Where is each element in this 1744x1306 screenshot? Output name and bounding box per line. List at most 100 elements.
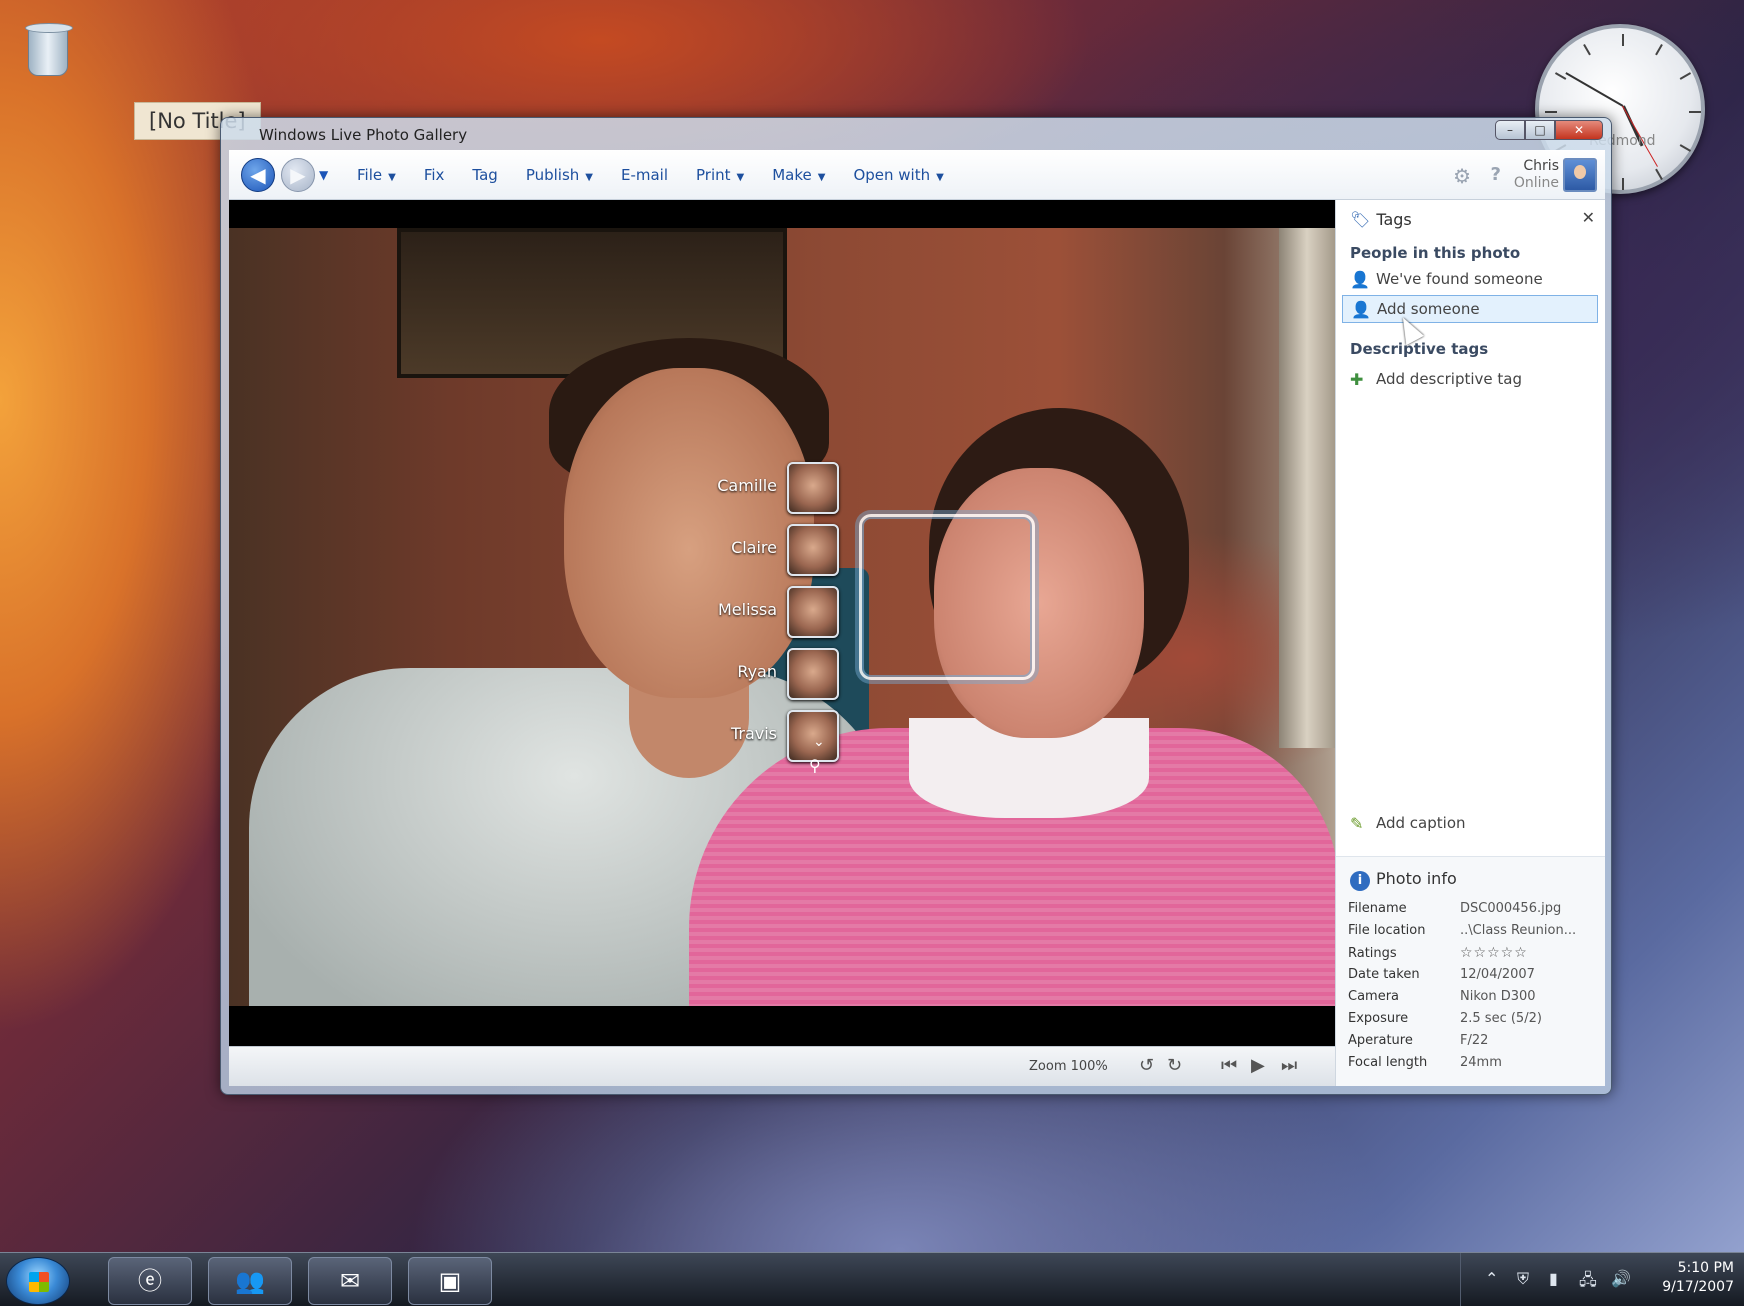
door-frame <box>1279 228 1335 748</box>
desktop: [No Title] Redmond Windows Live Photo Ga… <box>0 0 1744 1306</box>
help-icon[interactable]: ? <box>1491 164 1501 185</box>
person-name: Claire <box>731 538 777 557</box>
info-row-filename: Filename DSC000456.jpg <box>1348 901 1562 916</box>
system-tray: ⌃ ⛨ ▮ 🖧 🔊 5:10 PM 9/17/2007 <box>1460 1253 1744 1306</box>
start-button[interactable] <box>6 1257 70 1305</box>
info-row-camera: Camera Nikon D300 <box>1348 989 1536 1004</box>
person-thumbnail <box>787 524 839 576</box>
status-bar: Zoom 100% ↺ ↻ ⏮ ▶ ⏭ <box>229 1046 1335 1086</box>
rotate-right-icon[interactable]: ↻ <box>1167 1055 1182 1076</box>
recycle-bin-icon[interactable] <box>22 22 76 84</box>
pane-title: 🏷 Tags <box>1350 210 1412 229</box>
play-slideshow-icon[interactable]: ▶ <box>1251 1055 1265 1076</box>
security-icon[interactable]: ⛨ <box>1517 1269 1529 1289</box>
messenger-icon[interactable]: 👥 <box>208 1257 292 1305</box>
previous-icon[interactable]: ⏮ <box>1221 1055 1237 1076</box>
avatar[interactable] <box>1563 158 1597 192</box>
taskbar: ⓔ 👥 ✉ ▣ ⌃ ⛨ ▮ 🖧 🔊 5:10 PM 9/17/2007 <box>0 1252 1744 1306</box>
person-thumbnail <box>787 586 839 638</box>
person-suggestion[interactable]: Camille <box>709 460 839 522</box>
photo-gallery-icon[interactable]: ▣ <box>408 1257 492 1305</box>
person-suggestion[interactable]: Ryan <box>709 646 839 708</box>
menu-open-with[interactable]: Open with ▼ <box>853 166 943 184</box>
minimize-button[interactable]: – <box>1495 120 1525 140</box>
info-row-exposure: Exposure 2.5 sec (5/2) <box>1348 1011 1542 1026</box>
user-name: Chris <box>1523 158 1559 174</box>
person-name: Ryan <box>737 662 777 681</box>
add-someone-item[interactable]: 👤 Add someone <box>1342 295 1598 346</box>
search-icon[interactable]: ⚲ <box>809 756 821 775</box>
info-row-location: File location ..\Class Reunion... <box>1348 923 1577 938</box>
menu-file[interactable]: File ▼ <box>357 166 396 184</box>
menu-bar: File ▼ Fix Tag Publish ▼ E-mail Print ▼ Mak… <box>357 150 972 200</box>
descriptive-section-header: Descriptive tags <box>1350 340 1489 358</box>
gear-icon[interactable]: ⚙ <box>1453 164 1471 188</box>
info-icon: i <box>1350 871 1370 891</box>
tags-pane: 🏷 Tags ✕ People in this photo 👤 We've foun… <box>1335 200 1605 1086</box>
date: 9/17/2007 <box>1662 1279 1734 1295</box>
info-row-focal-length: Focal length 24mm <box>1348 1055 1502 1070</box>
forward-button[interactable]: ▶ <box>281 158 315 192</box>
people-suggestion-list: Camille Claire Melissa Ryan Travis <box>709 460 839 770</box>
person-icon: 👤 <box>1351 300 1371 319</box>
info-row-aperture: Aperature F/22 <box>1348 1033 1489 1048</box>
info-row-date: Date taken 12/04/2007 <box>1348 967 1535 982</box>
person-suggestion[interactable]: Claire <box>709 522 839 584</box>
person-name: Melissa <box>717 600 777 619</box>
menu-fix[interactable]: Fix <box>424 166 445 184</box>
photo: Camille Claire Melissa Ryan Travis ⌄ ⚲ <box>229 228 1335 1006</box>
battery-icon[interactable]: ▮ <box>1549 1269 1558 1288</box>
user-info[interactable]: Chris Online <box>1514 158 1559 192</box>
chevron-down-icon: ▼ <box>585 172 593 183</box>
person-icon: 👤 <box>1350 270 1370 289</box>
mail-icon[interactable]: ✉ <box>308 1257 392 1305</box>
chevron-down-icon[interactable]: ⌄ <box>813 734 825 750</box>
maximize-button[interactable]: □ <box>1525 120 1555 140</box>
menu-tag[interactable]: Tag <box>472 166 497 184</box>
network-icon[interactable]: 🖧 <box>1579 1269 1597 1296</box>
photo-info-title: i Photo info <box>1350 869 1457 891</box>
zoom-level[interactable]: Zoom 100% <box>1029 1059 1108 1074</box>
chevron-down-icon: ▼ <box>936 172 944 183</box>
window-title: Windows Live Photo Gallery <box>259 126 468 144</box>
back-button[interactable]: ◀ <box>241 158 275 192</box>
person-thumbnail <box>787 648 839 700</box>
menu-print[interactable]: Print ▼ <box>696 166 744 184</box>
pencil-icon: ✎ <box>1350 814 1364 833</box>
show-hidden-icons-icon[interactable]: ⌃ <box>1485 1269 1498 1288</box>
clock-readout[interactable]: 5:10 PM 9/17/2007 <box>1662 1259 1734 1297</box>
found-someone-item[interactable]: 👤 We've found someone <box>1342 266 1598 294</box>
menu-publish[interactable]: Publish ▼ <box>526 166 593 184</box>
nav-history-dropdown-icon[interactable]: ▼ <box>319 168 328 182</box>
photo-viewer: Camille Claire Melissa Ryan Travis ⌄ ⚲ <box>229 200 1335 1046</box>
close-button[interactable]: ✕ <box>1555 120 1603 140</box>
menu-email[interactable]: E-mail <box>621 166 668 184</box>
tag-icon: 🏷 <box>1350 210 1371 229</box>
people-section-header: People in this photo <box>1350 244 1521 262</box>
next-icon[interactable]: ⏭ <box>1281 1055 1297 1076</box>
chevron-down-icon: ▼ <box>388 172 396 183</box>
chevron-down-icon: ▼ <box>817 172 826 183</box>
info-row-ratings[interactable]: Ratings ☆☆☆☆☆ <box>1348 945 1528 965</box>
add-caption-item[interactable]: ✎ Add caption <box>1342 810 1598 838</box>
tag-add-icon: ✚ <box>1350 370 1364 389</box>
minute-hand <box>1565 72 1624 107</box>
person-suggestion[interactable]: Melissa <box>709 584 839 646</box>
person-name: Travis <box>730 724 777 743</box>
person-thumbnail <box>787 462 839 514</box>
user-status: Online <box>1513 175 1559 191</box>
face-detection-box[interactable] <box>859 514 1035 680</box>
volume-icon[interactable]: 🔊 <box>1611 1269 1631 1288</box>
rotate-left-icon[interactable]: ↺ <box>1139 1055 1154 1076</box>
title-bar[interactable]: Windows Live Photo Gallery – □ ✕ <box>221 118 1611 150</box>
time: 5:10 PM <box>1677 1260 1734 1276</box>
window-controls: – □ ✕ <box>1495 120 1603 140</box>
chevron-down-icon: ▼ <box>736 172 745 183</box>
internet-explorer-icon[interactable]: ⓔ <box>108 1257 192 1305</box>
toolbar: ◀ ▶ ▼ File ▼ Fix Tag Publish ▼ E-mail Prin… <box>229 150 1605 200</box>
menu-make[interactable]: Make ▼ <box>772 166 825 184</box>
close-icon[interactable]: ✕ <box>1582 208 1595 227</box>
add-descriptive-tag-item[interactable]: ✚ Add descriptive tag <box>1342 366 1598 394</box>
rating-stars: ☆☆☆☆☆ <box>1460 945 1528 961</box>
person-name: Camille <box>717 476 777 495</box>
